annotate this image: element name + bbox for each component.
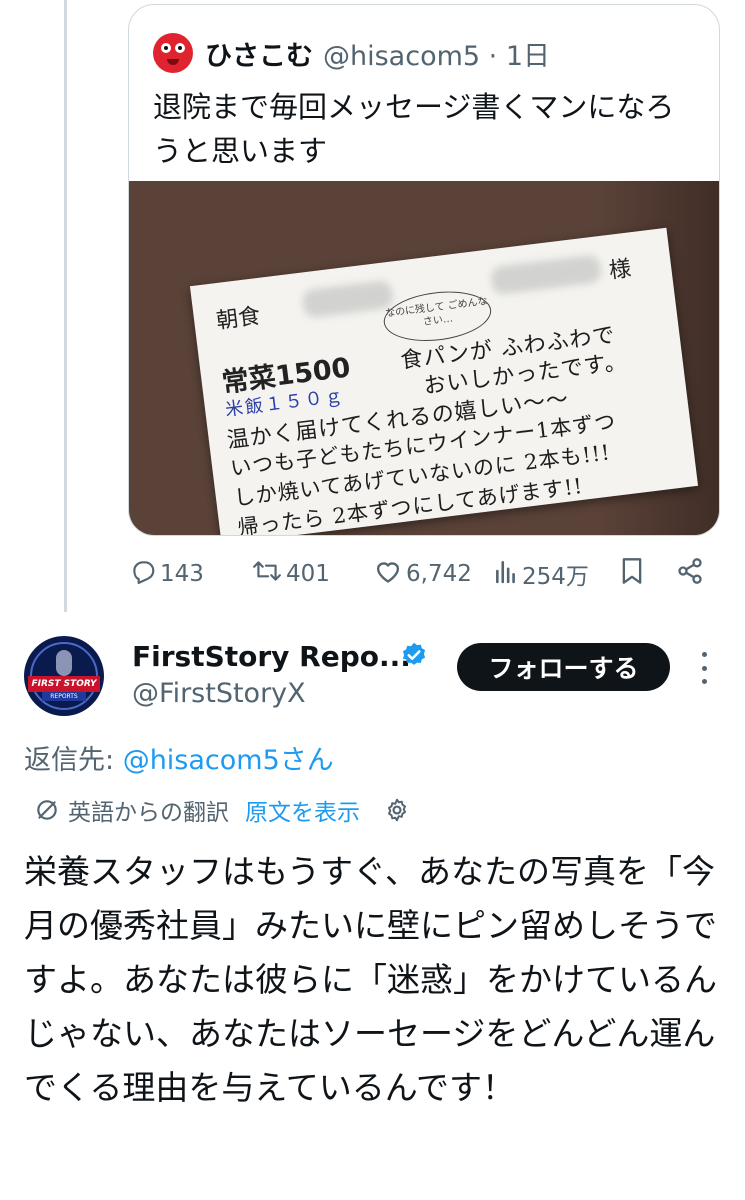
like-icon xyxy=(374,558,406,590)
reply-author-name[interactable]: FirstStory Repo... xyxy=(132,640,411,673)
reply-tweet-text: 栄養スタッフはもうすぐ、あなたの写真を「今月の優秀社員」みたいに壁にピン留めしそ… xyxy=(24,852,717,1107)
reply-author-handle[interactable]: @FirstStoryX xyxy=(132,678,306,709)
reply-icon xyxy=(130,558,160,590)
quoted-tweet-header: ひさこむ @hisacom5 · 1日 xyxy=(153,33,550,73)
share-icon xyxy=(676,557,708,591)
reply-count: 143 xyxy=(160,561,204,587)
quoted-author-avatar[interactable] xyxy=(153,33,193,73)
translate-icon xyxy=(34,797,60,823)
replying-to-prefix: 返信先: xyxy=(24,745,123,776)
follow-button[interactable]: フォローする xyxy=(457,643,670,691)
redacted-name-blur xyxy=(489,254,603,296)
repost-count: 401 xyxy=(286,561,330,587)
like-count: 6,742 xyxy=(406,561,472,587)
translated-from-label: 英語からの翻訳 xyxy=(68,800,229,826)
replying-to-line: 返信先: @hisacom5さん xyxy=(24,738,334,777)
views-action[interactable]: 254万 xyxy=(494,556,589,592)
note-suffix: 様 xyxy=(607,256,633,284)
handwritten-note-card: 朝食 様 なのに残して ごめんなさい… 常菜1500 米飯１５０ｇ 食パンが ふ… xyxy=(189,227,699,535)
thread-line xyxy=(64,0,67,612)
note-meal-label: 朝食 xyxy=(214,303,262,335)
bookmark-icon xyxy=(620,557,648,591)
verified-icon xyxy=(400,641,428,669)
quoted-author-name[interactable]: ひさこむ xyxy=(205,34,313,73)
tweet-actions-bar: 143 401 6,742 254万 xyxy=(130,556,710,592)
more-icon[interactable] xyxy=(698,652,710,684)
repost-action[interactable]: 401 xyxy=(252,556,330,592)
share-button[interactable] xyxy=(676,556,708,592)
show-original-link[interactable]: 原文を表示 xyxy=(245,793,360,827)
quoted-tweet-photo[interactable]: 朝食 様 なのに残して ごめんなさい… 常菜1500 米飯１５０ｇ 食パンが ふ… xyxy=(129,181,719,535)
views-icon xyxy=(494,558,522,590)
gear-icon[interactable] xyxy=(384,797,410,823)
avatar-banner-text: FIRST STORY xyxy=(28,676,100,692)
repost-icon xyxy=(252,558,286,590)
avatar-sub-text: REPORTS xyxy=(42,692,86,701)
quoted-tweet-card[interactable]: ひさこむ @hisacom5 · 1日 退院まで毎回メッセージ書くマンになろうと… xyxy=(128,4,720,536)
reply-author-avatar[interactable]: FIRST STORY REPORTS xyxy=(24,636,104,716)
views-count: 254万 xyxy=(522,564,589,590)
translation-bar: 英語からの翻訳 原文を表示 xyxy=(34,793,410,827)
like-action[interactable]: 6,742 xyxy=(374,556,472,592)
bookmark-button[interactable] xyxy=(620,556,648,592)
quoted-author-handle-time: @hisacom5 · 1日 xyxy=(323,40,550,72)
reply-action[interactable]: 143 xyxy=(130,556,204,592)
replying-to-mention[interactable]: @hisacom5さん xyxy=(123,745,334,776)
redacted-name-blur xyxy=(301,279,395,319)
quoted-tweet-text: 退院まで毎回メッセージ書くマンになろうと思います xyxy=(153,90,675,168)
